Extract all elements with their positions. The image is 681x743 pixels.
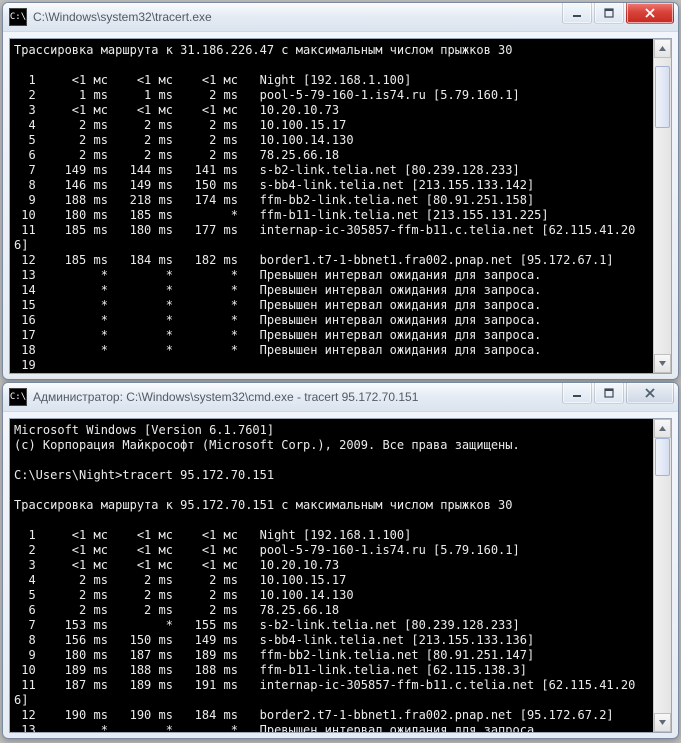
minimize-button[interactable] — [562, 383, 592, 404]
maximize-button[interactable] — [594, 383, 624, 404]
maximize-button[interactable] — [594, 3, 624, 24]
vertical-scrollbar[interactable] — [653, 39, 671, 373]
client-area: Microsoft Windows [Version 6.1.7601] (c)… — [9, 418, 672, 733]
scroll-up-button[interactable] — [654, 39, 671, 58]
console-output: Трассировка маршрута к 31.186.226.47 с м… — [10, 39, 654, 374]
close-button[interactable] — [626, 3, 674, 24]
window-cmd-exe: C:\ Администратор: C:\Windows\system32\c… — [2, 382, 679, 739]
scroll-track[interactable] — [654, 58, 671, 354]
client-area: Трассировка маршрута к 31.186.226.47 с м… — [9, 38, 672, 374]
minimize-button[interactable] — [562, 3, 592, 24]
window-tracert-exe: C:\ C:\Windows\system32\tracert.exe Трас… — [2, 2, 679, 380]
vertical-scrollbar[interactable] — [653, 419, 671, 732]
titlebar[interactable]: C:\ C:\Windows\system32\tracert.exe — [3, 3, 678, 32]
window-controls — [560, 383, 674, 404]
scroll-down-button[interactable] — [654, 354, 671, 373]
scroll-track[interactable] — [654, 438, 671, 713]
close-button[interactable] — [626, 383, 674, 404]
scroll-thumb[interactable] — [655, 66, 670, 128]
window-controls — [560, 3, 674, 24]
scroll-up-button[interactable] — [654, 419, 671, 438]
scroll-thumb[interactable] — [655, 438, 670, 476]
cmd-icon: C:\ — [9, 8, 27, 26]
cmd-icon: C:\ — [9, 388, 27, 406]
scroll-down-button[interactable] — [654, 713, 671, 732]
console-output: Microsoft Windows [Version 6.1.7601] (c)… — [10, 419, 654, 733]
titlebar[interactable]: C:\ Администратор: C:\Windows\system32\c… — [3, 383, 678, 412]
